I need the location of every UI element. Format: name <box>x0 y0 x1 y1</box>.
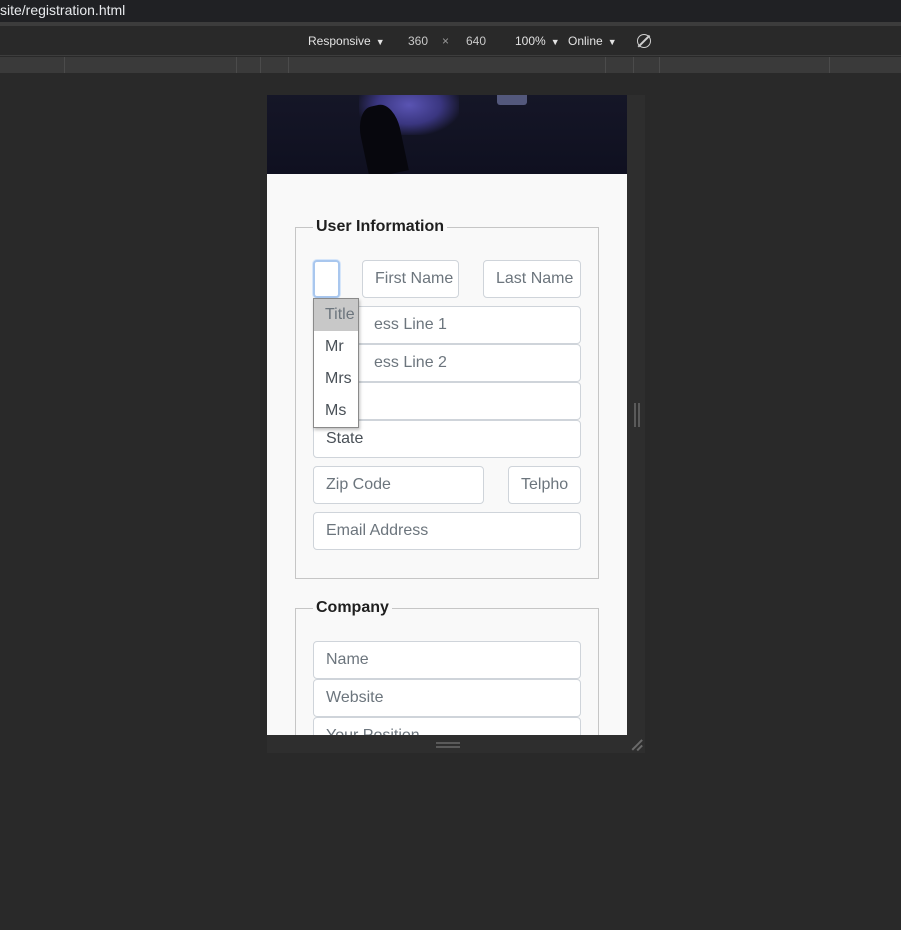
resize-handle-bottom[interactable] <box>436 742 460 748</box>
dropdown-option-title[interactable]: Title <box>314 299 358 331</box>
email-input[interactable]: Email Address <box>313 512 581 550</box>
chevron-down-icon: ▼ <box>375 37 385 47</box>
resize-handle-corner[interactable] <box>631 739 643 751</box>
dimension-separator: × <box>442 34 450 48</box>
url-text[interactable]: site/registration.html <box>0 2 125 18</box>
rotate-icon[interactable] <box>637 34 651 48</box>
user-information-legend: User Information <box>316 218 445 235</box>
zip-code-input[interactable]: Zip Code <box>313 466 484 504</box>
first-name-input[interactable]: First Name <box>362 260 459 298</box>
address-bar[interactable]: site/registration.html <box>0 0 901 22</box>
chevron-down-icon: ▼ <box>550 37 560 47</box>
resize-handle-right[interactable] <box>634 403 640 427</box>
telephone-input[interactable]: Telpho <box>508 466 581 504</box>
zoom-select[interactable]: 100% ▼ <box>515 34 560 49</box>
company-website-input[interactable]: Website <box>313 679 581 717</box>
position-input[interactable]: Your Position <box>313 717 581 735</box>
media-query-bar[interactable] <box>0 57 901 73</box>
device-label: Responsive <box>308 34 371 48</box>
width-input[interactable]: 360 <box>408 34 428 48</box>
network-label: Online <box>568 34 603 48</box>
dropdown-option-mrs[interactable]: Mrs <box>314 363 358 395</box>
dropdown-option-ms[interactable]: Ms <box>314 395 358 427</box>
hero-image <box>267 95 627 174</box>
height-input[interactable]: 640 <box>466 34 486 48</box>
title-select[interactable] <box>313 260 340 298</box>
company-legend: Company <box>316 599 389 616</box>
registration-form: User Information First Name Last Name es… <box>267 174 627 735</box>
company-name-input[interactable]: Name <box>313 641 581 679</box>
chevron-down-icon: ▼ <box>607 37 617 47</box>
network-throttle-select[interactable]: Online ▼ <box>568 34 617 49</box>
zoom-label: 100% <box>515 34 546 48</box>
last-name-input[interactable]: Last Name <box>483 260 581 298</box>
dropdown-option-mr[interactable]: Mr <box>314 331 358 363</box>
device-select[interactable]: Responsive ▼ <box>308 34 385 49</box>
title-dropdown-list[interactable]: Title Mr Mrs Ms <box>313 298 359 428</box>
device-toolbar: Responsive ▼ 360 × 640 100% ▼ Online ▼ <box>0 26 901 56</box>
